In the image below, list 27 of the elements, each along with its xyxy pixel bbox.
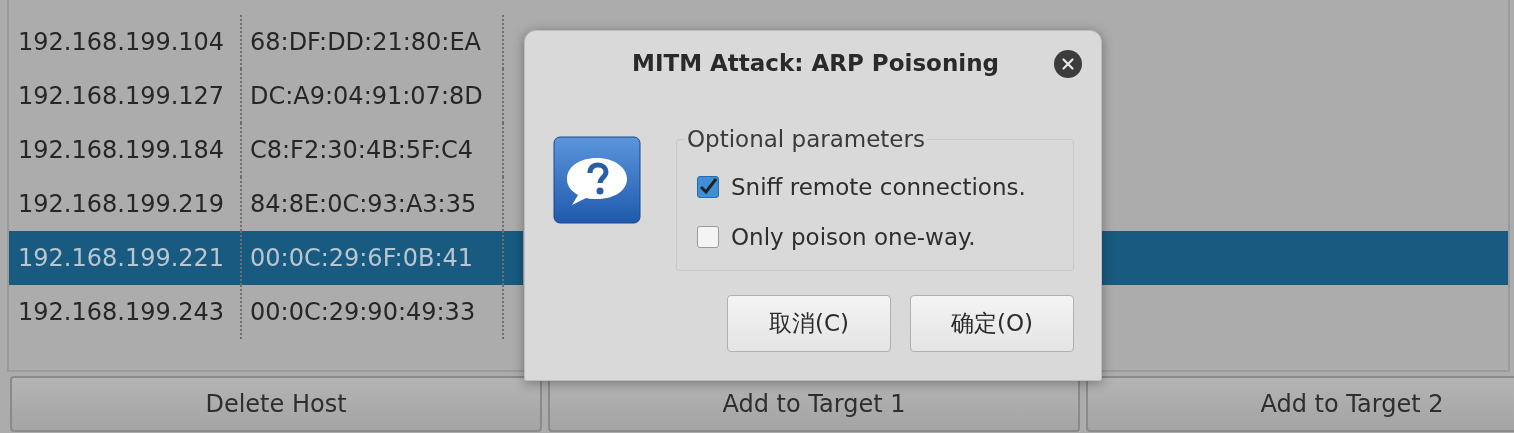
host-row[interactable]: 192.168.199.221 00:0C:29:6F:0B:41 (9, 231, 523, 285)
close-icon[interactable] (1054, 50, 1082, 78)
ip-address: 192.168.199.104 (9, 15, 242, 69)
checkbox-label: Only poison one-way. (731, 224, 976, 250)
mac-address: 68:DF:DD:21:80:EA (242, 15, 504, 69)
dialog-button[interactable]: 确定(O) (910, 295, 1074, 352)
action-button[interactable]: Delete Host (10, 376, 542, 432)
ip-address: 192.168.199.184 (9, 123, 242, 177)
checkbox[interactable] (697, 176, 719, 198)
mac-address: 00:0C:29:6F:0B:41 (242, 231, 504, 285)
mac-address: C8:F2:30:4B:5F:C4 (242, 123, 504, 177)
question-icon (553, 136, 641, 224)
mac-address: 00:0C:29:90:49:33 (242, 285, 504, 339)
checkbox[interactable] (697, 226, 719, 248)
host-row[interactable]: 192.168.199.243 00:0C:29:90:49:33 (9, 285, 523, 339)
action-button[interactable]: Add to Target 2 (1086, 376, 1514, 432)
host-row[interactable]: 192.168.199.104 68:DF:DD:21:80:EA (9, 15, 523, 69)
group-label: Optional parameters (686, 126, 926, 152)
ip-address: 192.168.199.243 (9, 285, 242, 339)
host-row[interactable]: 192.168.199.127 DC:A9:04:91:07:8D (9, 69, 523, 123)
ip-address: 192.168.199.127 (9, 69, 242, 123)
host-row[interactable]: 192.168.199.184 C8:F2:30:4B:5F:C4 (9, 123, 523, 177)
ip-address: 192.168.199.221 (9, 231, 242, 285)
dialog-button[interactable]: 取消(C) (727, 295, 891, 352)
dialog-title: MITM Attack: ARP Poisoning (632, 50, 999, 76)
checkbox-label: Sniff remote connections. (731, 174, 1026, 200)
mac-address: DC:A9:04:91:07:8D (242, 69, 504, 123)
